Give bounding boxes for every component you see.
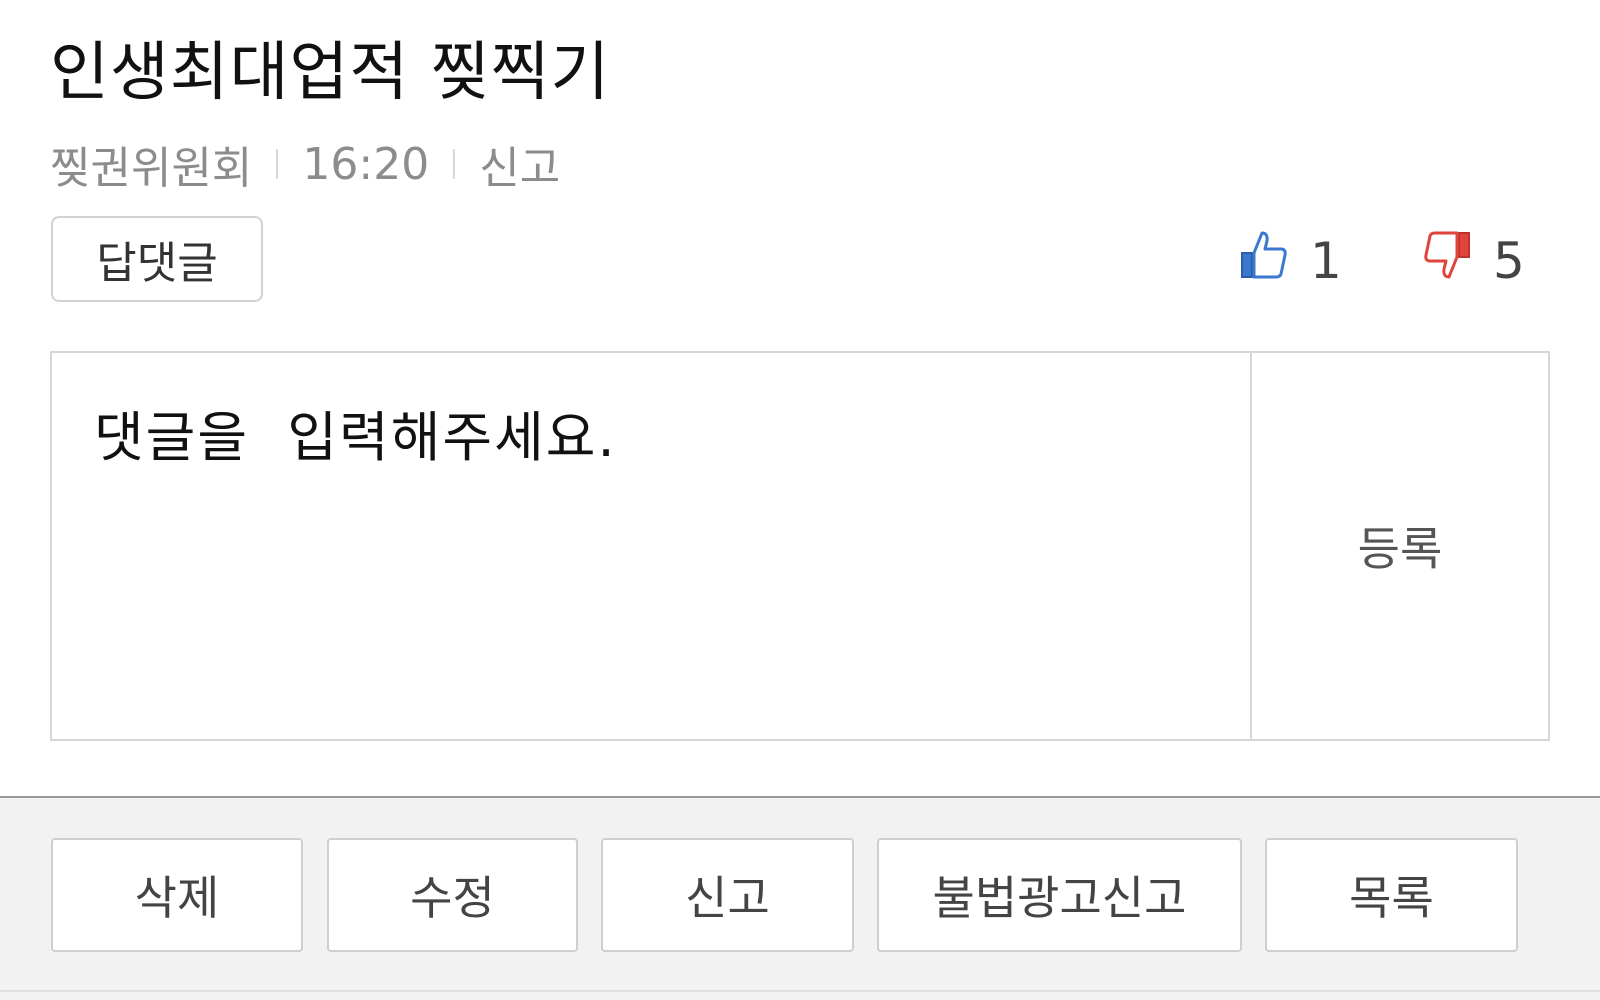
comment-page: 인생최대업적 찢찍기 찢권위원회 16:20 신고 답댓글 1 5 등록 삭 bbox=[0, 0, 1600, 1000]
delete-button[interactable]: 삭제 bbox=[51, 838, 303, 952]
meta-divider bbox=[276, 149, 279, 179]
submit-comment-button[interactable]: 등록 bbox=[1252, 353, 1548, 739]
edit-button[interactable]: 수정 bbox=[327, 838, 578, 952]
post-meta: 찢권위원회 16:20 신고 bbox=[50, 136, 560, 195]
report-button[interactable]: 신고 bbox=[601, 838, 854, 952]
list-button[interactable]: 목록 bbox=[1265, 838, 1518, 952]
reply-comment-button[interactable]: 답댓글 bbox=[51, 216, 263, 302]
report-illegal-ad-button[interactable]: 불법광고신고 bbox=[877, 838, 1242, 952]
upvote-count: 1 bbox=[1310, 232, 1342, 290]
thumbs-down-icon bbox=[1423, 229, 1493, 293]
post-time: 16:20 bbox=[302, 138, 430, 190]
downvote-count: 5 bbox=[1493, 232, 1525, 290]
comment-input[interactable] bbox=[52, 353, 1252, 739]
downvote-button[interactable]: 5 bbox=[1423, 226, 1525, 296]
author-name[interactable]: 찢권위원회 bbox=[50, 132, 252, 196]
report-link[interactable]: 신고 bbox=[479, 132, 560, 196]
bottom-action-bar: 삭제 수정 신고 불법광고신고 목록 bbox=[0, 796, 1600, 1000]
upvote-button[interactable]: 1 bbox=[1240, 226, 1342, 296]
comment-form: 등록 bbox=[50, 351, 1550, 741]
meta-divider bbox=[453, 149, 456, 179]
thumbs-up-icon bbox=[1240, 229, 1310, 293]
divider bbox=[0, 990, 1600, 992]
post-title: 인생최대업적 찢찍기 bbox=[50, 36, 611, 110]
